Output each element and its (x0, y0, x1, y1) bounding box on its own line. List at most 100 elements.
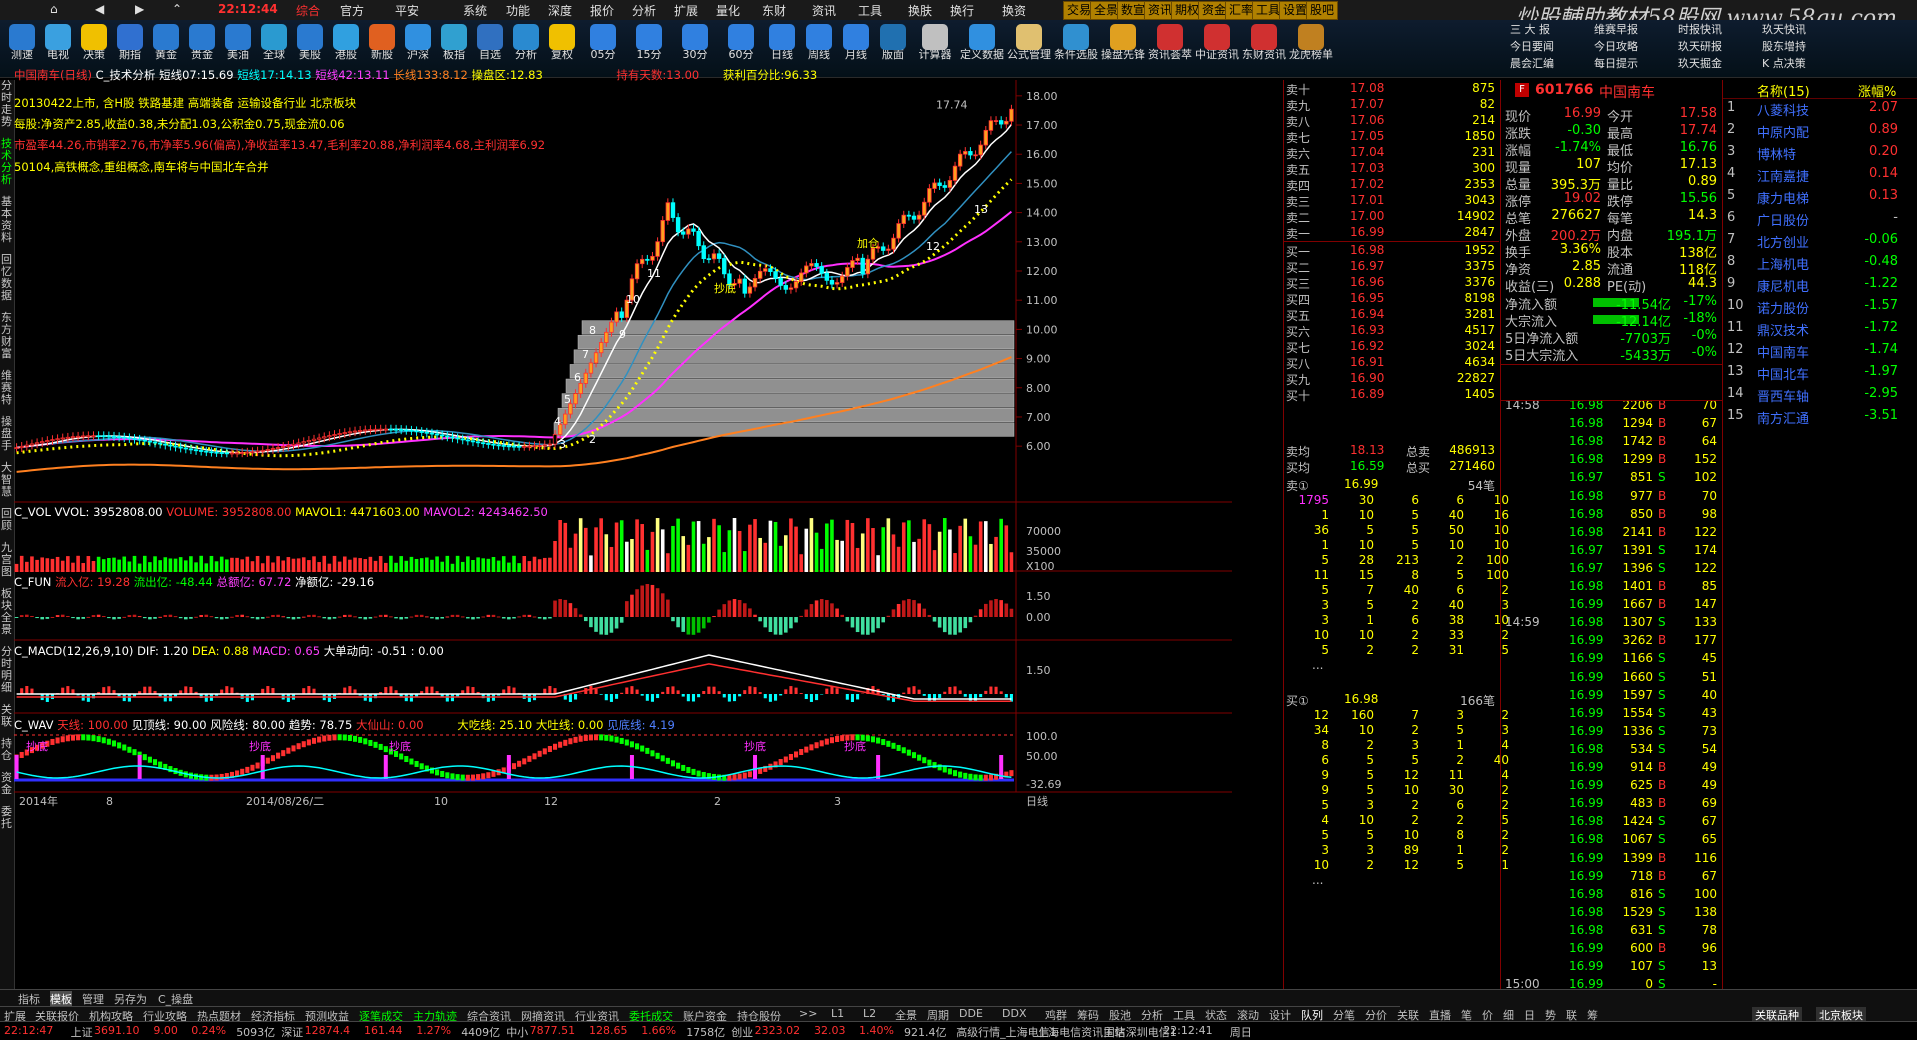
rank-row-4[interactable]: 5康力电梯0.13 (1723, 188, 1917, 210)
left-tab-14[interactable]: 资金 (0, 772, 13, 796)
toolbar-link-10[interactable]: 股东增持 (1762, 39, 1806, 54)
menu-item-1[interactable]: 官方 (340, 2, 364, 19)
ask-row-4[interactable]: 卖六17.04231 (1284, 145, 1499, 161)
toolbar-btn-9[interactable]: 港股 (328, 22, 364, 62)
ask-row-5[interactable]: 卖五17.03300 (1284, 161, 1499, 177)
left-tab-8[interactable]: 回顾 (0, 508, 13, 532)
toolbar-btn-8[interactable]: 美股 (292, 22, 328, 62)
toolbar-btn-31[interactable]: 东财资讯 (1241, 22, 1287, 62)
menu-item-2[interactable]: 平安 (395, 2, 419, 19)
ask-row-8[interactable]: 卖二17.0014902 (1284, 209, 1499, 225)
rank-row-11[interactable]: 12中国南车-1.74 (1723, 342, 1917, 364)
toolbar-link-1[interactable]: 今日要闻 (1510, 39, 1554, 54)
menu-item-5[interactable]: 深度 (548, 2, 572, 19)
forward-icon[interactable]: ▶ (135, 2, 144, 16)
rank-row-13[interactable]: 14晋西车轴-2.95 (1723, 386, 1917, 408)
left-tab-13[interactable]: 持仓 (0, 738, 13, 762)
toolbar-btn-6[interactable]: 美油 (220, 22, 256, 62)
left-tab-11[interactable]: 分时明细 (0, 646, 13, 694)
toolbar-link-11[interactable]: K 点决策 (1762, 56, 1806, 71)
toolbar-btn-23[interactable]: 版面 (875, 22, 911, 62)
rank-row-10[interactable]: 11鼎汉技术-1.72 (1723, 320, 1917, 342)
menu-item-7[interactable]: 分析 (632, 2, 656, 19)
ask-row-9[interactable]: 卖一16.992847 (1284, 225, 1499, 241)
toolbar-btn-4[interactable]: 黄金 (148, 22, 184, 62)
toolbar-btn-13[interactable]: 自选 (472, 22, 508, 62)
bid-row-0[interactable]: 买一16.981952 (1284, 243, 1499, 259)
left-tab-9[interactable]: 九宫图 (0, 542, 13, 578)
bid-row-9[interactable]: 买十16.891405 (1284, 387, 1499, 403)
left-tab-3[interactable]: 回忆数据 (0, 254, 13, 302)
rank-row-14[interactable]: 15南方汇通-3.51 (1723, 408, 1917, 430)
menu-item-3[interactable]: 系统 (463, 2, 487, 19)
right-tab-1[interactable]: L1 (831, 1007, 844, 1020)
rank-row-3[interactable]: 4江南嘉捷0.14 (1723, 166, 1917, 188)
menu-item-6[interactable]: 报价 (590, 2, 614, 19)
toolbar-btn-2[interactable]: 决策 (76, 22, 112, 62)
toolbar-link-6[interactable]: 时报快讯 (1678, 22, 1722, 37)
toolbar-btn-27[interactable]: 条件选股 (1053, 22, 1099, 62)
toolbar-link-2[interactable]: 晨会汇编 (1510, 56, 1554, 71)
rank-row-9[interactable]: 10诺力股份-1.57 (1723, 298, 1917, 320)
toolbar-btn-19[interactable]: 60分 (718, 22, 764, 62)
toolbar-btn-16[interactable]: 05分 (580, 22, 626, 62)
ask-row-2[interactable]: 卖八17.06214 (1284, 113, 1499, 129)
left-tab-12[interactable]: 关联 (0, 704, 13, 728)
rank-row-12[interactable]: 13中国北车-1.97 (1723, 364, 1917, 386)
bid-row-6[interactable]: 买七16.923024 (1284, 339, 1499, 355)
toolbar-btn-14[interactable]: 分析 (508, 22, 544, 62)
toolbar-btn-20[interactable]: 日线 (764, 22, 800, 62)
toolbar-btn-25[interactable]: 定义数据 (959, 22, 1005, 62)
toolbar-btn-22[interactable]: 月线 (838, 22, 874, 62)
home-icon[interactable]: ⌂ (50, 2, 58, 16)
toolbar-link-7[interactable]: 玖天研报 (1678, 39, 1722, 54)
toolbar-link-0[interactable]: 三 大 报 (1510, 22, 1550, 37)
rank-row-2[interactable]: 3博林特0.20 (1723, 144, 1917, 166)
ask-row-7[interactable]: 卖三17.013043 (1284, 193, 1499, 209)
left-tab-4[interactable]: 东方财富 (0, 312, 13, 360)
menu-item-11[interactable]: 资讯 (812, 2, 836, 19)
toolbar-btn-5[interactable]: 贵金 (184, 22, 220, 62)
left-tab-1[interactable]: 技术分析 (0, 138, 13, 186)
rank-row-7[interactable]: 8上海机电-0.48 (1723, 254, 1917, 276)
right-tab-2[interactable]: L2 (863, 1007, 876, 1020)
toolbar-link-8[interactable]: 玖天掘金 (1678, 56, 1722, 71)
toolbar-btn-0[interactable]: 测速 (4, 22, 40, 62)
menu-item-0[interactable]: 综合 (296, 2, 320, 19)
chart-area[interactable]: 18.0017.0016.0015.0014.0013.0012.0011.00… (14, 80, 1232, 995)
toolbar-btn-28[interactable]: 操盘先锋 (1100, 22, 1146, 62)
toolbar-btn-24[interactable]: 计算器 (912, 22, 958, 62)
bid-row-8[interactable]: 买九16.9022827 (1284, 371, 1499, 387)
menu-item-14[interactable]: 换行 (950, 2, 974, 19)
left-tab-6[interactable]: 操盘手 (0, 416, 13, 452)
toolbar-btn-10[interactable]: 新股 (364, 22, 400, 62)
bid-row-5[interactable]: 买六16.934517 (1284, 323, 1499, 339)
bid-row-3[interactable]: 买四16.958198 (1284, 291, 1499, 307)
toolbar-btn-12[interactable]: 板指 (436, 22, 472, 62)
toolbar-btn-18[interactable]: 30分 (672, 22, 718, 62)
menu-item-12[interactable]: 工具 (858, 2, 882, 19)
right-tab-0[interactable]: >> (799, 1007, 817, 1020)
left-tab-5[interactable]: 维赛特 (0, 370, 13, 406)
toolbar-btn-1[interactable]: 电视 (40, 22, 76, 62)
menu-item-4[interactable]: 功能 (506, 2, 530, 19)
toolbar-btn-17[interactable]: 15分 (626, 22, 672, 62)
toolbar-btn-11[interactable]: 沪深 (400, 22, 436, 62)
right-tab-5[interactable]: DDE (959, 1007, 983, 1020)
menu-item-15[interactable]: 换资 (1002, 2, 1026, 19)
rank-row-6[interactable]: 7北方创业-0.06 (1723, 232, 1917, 254)
ask-row-1[interactable]: 卖九17.0782 (1284, 97, 1499, 113)
left-tab-2[interactable]: 基本资料 (0, 196, 13, 244)
bid-row-7[interactable]: 买八16.914634 (1284, 355, 1499, 371)
toolbar-link-4[interactable]: 今日攻略 (1594, 39, 1638, 54)
rank-row-8[interactable]: 9康尼机电-1.22 (1723, 276, 1917, 298)
rank-row-1[interactable]: 2中原内配0.89 (1723, 122, 1917, 144)
toolbar-link-5[interactable]: 每日提示 (1594, 56, 1638, 71)
toolbar-btn-30[interactable]: 中证资讯 (1194, 22, 1240, 62)
left-tab-0[interactable]: 分时走势 (0, 80, 13, 128)
toolbar-btn-15[interactable]: 复权 (544, 22, 580, 62)
back-icon[interactable]: ◀ (95, 2, 104, 16)
menu-item-9[interactable]: 量化 (716, 2, 740, 19)
toolbar-link-3[interactable]: 维赛早报 (1594, 22, 1638, 37)
top-tab-9[interactable]: 股吧 (1306, 1, 1338, 20)
